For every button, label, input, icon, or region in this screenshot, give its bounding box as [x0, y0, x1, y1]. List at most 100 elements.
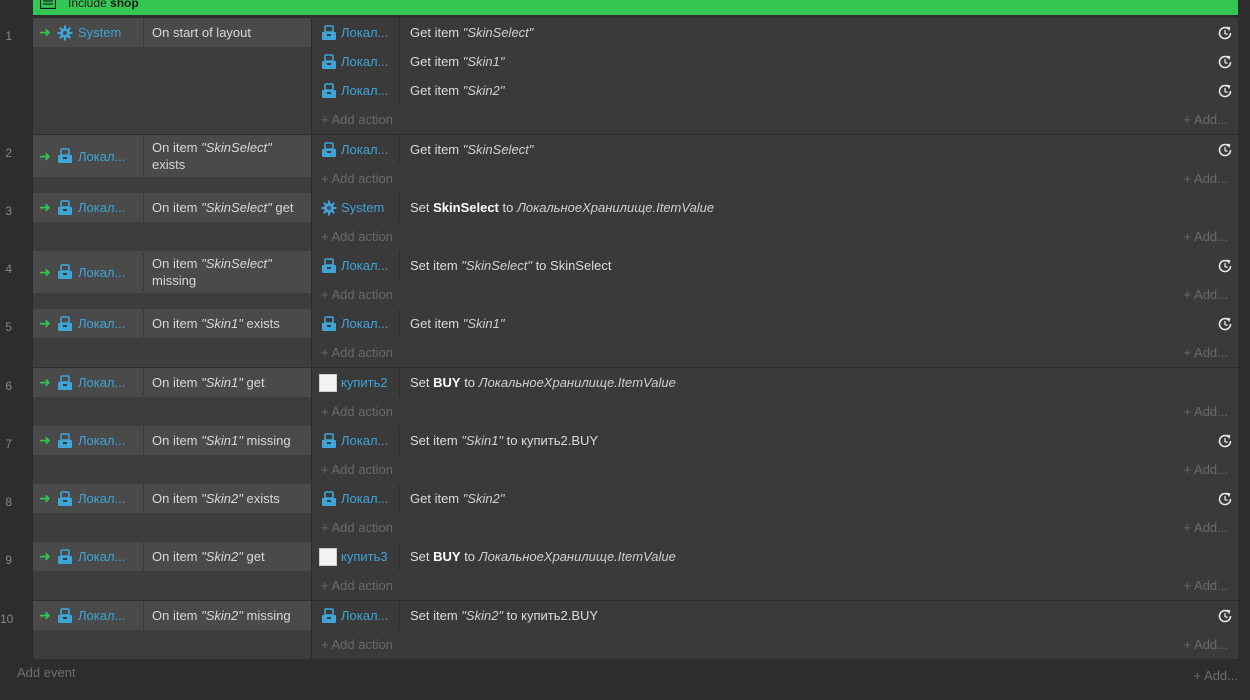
condition-object[interactable]: Локал...	[57, 542, 144, 571]
action-row[interactable]: Локал... Set item "Skin2" to купить2.BUY	[312, 601, 1238, 630]
reset-icon[interactable]	[1217, 491, 1233, 507]
event-row[interactable]: 7 ➜ Локал... On item "Skin1" missing Локал..…	[0, 426, 1250, 484]
action-row[interactable]: купить2 Set BUY to ЛокальноеХранилище.Ite…	[312, 368, 1238, 397]
action-object[interactable]: Локал...	[312, 76, 400, 105]
action-object[interactable]: Локал...	[312, 601, 400, 630]
reset-icon[interactable]	[1217, 316, 1233, 332]
condition-object[interactable]: Локал...	[57, 484, 144, 513]
reset-icon[interactable]	[1217, 608, 1233, 624]
add-more-link[interactable]: + Add...	[1184, 520, 1228, 535]
include-bar[interactable]: Include shop	[33, 0, 1238, 15]
reset-icon[interactable]	[1217, 83, 1233, 99]
condition[interactable]: ➜ Локал... On item "Skin2" missing	[33, 601, 311, 630]
event-number: 2	[5, 146, 12, 160]
add-action-link[interactable]: + Add action	[321, 287, 393, 302]
reset-icon[interactable]	[1217, 142, 1233, 158]
reset-icon[interactable]	[1217, 54, 1233, 70]
condition[interactable]: ➜ Локал... On item "Skin1" get	[33, 368, 311, 397]
action-item-key: "Skin1"	[461, 433, 504, 448]
condition[interactable]: ➜ Локал... On item "Skin2" exists	[33, 484, 311, 513]
reset-icon[interactable]	[1217, 25, 1233, 41]
action-row[interactable]: Локал... Set item "Skin1" to купить2.BUY	[312, 426, 1238, 455]
add-event-link[interactable]: Add event	[17, 665, 76, 680]
condition-object[interactable]: Локал...	[57, 135, 144, 177]
condition-object[interactable]: Локал...	[57, 601, 144, 630]
event-row[interactable]: 1 ➜ System On start of layout Локал... Get it…	[0, 18, 1250, 134]
add-more-link[interactable]: + Add...	[1184, 112, 1228, 127]
sprite-icon	[319, 547, 337, 566]
condition[interactable]: ➜ System On start of layout	[33, 18, 311, 47]
reset-icon[interactable]	[1217, 433, 1233, 449]
action-object[interactable]: купить2	[312, 368, 400, 397]
add-action-link[interactable]: + Add action	[321, 462, 393, 477]
action-row[interactable]: Локал... Get item "Skin2"	[312, 76, 1238, 105]
action-object[interactable]: Локал...	[312, 18, 400, 47]
add-action-link[interactable]: + Add action	[321, 229, 393, 244]
add-more-link[interactable]: + Add...	[1184, 229, 1228, 244]
add-more-link[interactable]: + Add...	[1184, 462, 1228, 477]
condition-object[interactable]: Локал...	[57, 368, 144, 397]
reset-icon[interactable]	[1217, 258, 1233, 274]
action-object[interactable]: Локал...	[312, 426, 400, 455]
condition-prefix: On item	[152, 256, 202, 271]
action-object[interactable]: купить3	[312, 542, 400, 571]
action-object[interactable]: System	[312, 193, 400, 222]
add-more-link[interactable]: + Add...	[1184, 404, 1228, 419]
action-object[interactable]: Локал...	[312, 309, 400, 338]
action-row[interactable]: Локал... Get item "Skin1"	[312, 309, 1238, 338]
event-row[interactable]: 4 ➜ Локал... On item "SkinSelect" missing Ло…	[0, 251, 1250, 309]
condition[interactable]: ➜ Локал... On item "Skin2" get	[33, 542, 311, 571]
action-row[interactable]: купить3 Set BUY to ЛокальноеХранилище.Ite…	[312, 542, 1238, 571]
add-action-link[interactable]: + Add action	[321, 345, 393, 360]
action-row[interactable]: Локал... Get item "Skin1"	[312, 47, 1238, 76]
event-row[interactable]: 9 ➜ Локал... On item "Skin2" get купить3 Set …	[0, 542, 1250, 600]
action-object[interactable]: Локал...	[312, 47, 400, 76]
add-more-link[interactable]: + Add...	[1184, 578, 1228, 593]
add-more-link[interactable]: + Add...	[1184, 171, 1228, 186]
add-action-link[interactable]: + Add action	[321, 520, 393, 535]
action-expression: ЛокальноеХранилище.ItemValue	[478, 549, 676, 564]
event-row[interactable]: 6 ➜ Локал... On item "Skin1" get купить2 Set …	[0, 368, 1250, 426]
action-row[interactable]: System Set SkinSelect to ЛокальноеХранили…	[312, 193, 1238, 222]
condition-prefix: On item	[152, 491, 202, 506]
add-more-link[interactable]: + Add...	[1184, 637, 1228, 652]
event-row[interactable]: 10 ➜ Локал... On item "Skin2" missing Локал.…	[0, 601, 1250, 659]
condition[interactable]: ➜ Локал... On item "SkinSelect" get	[33, 193, 311, 222]
condition-suffix: exists	[242, 316, 280, 331]
action-object[interactable]: Локал...	[312, 251, 400, 280]
condition-item-key: "Skin2"	[201, 608, 243, 623]
add-action-link[interactable]: + Add action	[321, 171, 393, 186]
event-row[interactable]: 8 ➜ Локал... On item "Skin2" exists Локал...…	[0, 484, 1250, 542]
condition[interactable]: ➜ Локал... On item "SkinSelect" exists	[33, 135, 311, 177]
condition-text-content: On item "SkinSelect" missing	[152, 255, 303, 289]
add-action-link[interactable]: + Add action	[321, 637, 393, 652]
action-row[interactable]: Локал... Set item "SkinSelect" to SkinSel…	[312, 251, 1238, 280]
condition-object[interactable]: Локал...	[57, 309, 144, 338]
condition[interactable]: ➜ Локал... On item "SkinSelect" missing	[33, 251, 311, 293]
action-object[interactable]: Локал...	[312, 484, 400, 513]
condition-object[interactable]: Локал...	[57, 426, 144, 455]
trigger-arrow-icon: ➜	[39, 548, 51, 564]
action-row[interactable]: Локал... Get item "SkinSelect"	[312, 18, 1238, 47]
condition-object[interactable]: System	[57, 18, 144, 47]
action-text: Get item "Skin2"	[410, 484, 505, 513]
condition[interactable]: ➜ Локал... On item "Skin1" missing	[33, 426, 311, 455]
condition-item-key: "Skin2"	[201, 491, 243, 506]
add-action-link[interactable]: + Add action	[321, 578, 393, 593]
add-action-link[interactable]: + Add action	[321, 404, 393, 419]
condition[interactable]: ➜ Локал... On item "Skin1" exists	[33, 309, 311, 338]
event-row[interactable]: 3 ➜ Локал... On item "SkinSelect" get System…	[0, 193, 1250, 251]
add-more-link[interactable]: + Add...	[1184, 345, 1228, 360]
condition-object[interactable]: Локал...	[57, 193, 144, 222]
action-object[interactable]: Локал...	[312, 135, 400, 164]
event-row[interactable]: 5 ➜ Локал... On item "Skin1" exists Локал...…	[0, 309, 1250, 367]
action-row[interactable]: Локал... Get item "Skin2"	[312, 484, 1238, 513]
add-more-link[interactable]: + Add...	[1184, 287, 1228, 302]
condition-object[interactable]: Локал...	[57, 251, 144, 293]
action-row[interactable]: Локал... Get item "SkinSelect"	[312, 135, 1238, 164]
add-action-link[interactable]: + Add action	[321, 112, 393, 127]
action-prefix: Get item	[410, 316, 463, 331]
event-row[interactable]: 2 ➜ Локал... On item "SkinSelect" exists Лок…	[0, 135, 1250, 193]
add-event-more[interactable]: + Add...	[1194, 668, 1238, 683]
action-prefix: Set item	[410, 258, 462, 273]
